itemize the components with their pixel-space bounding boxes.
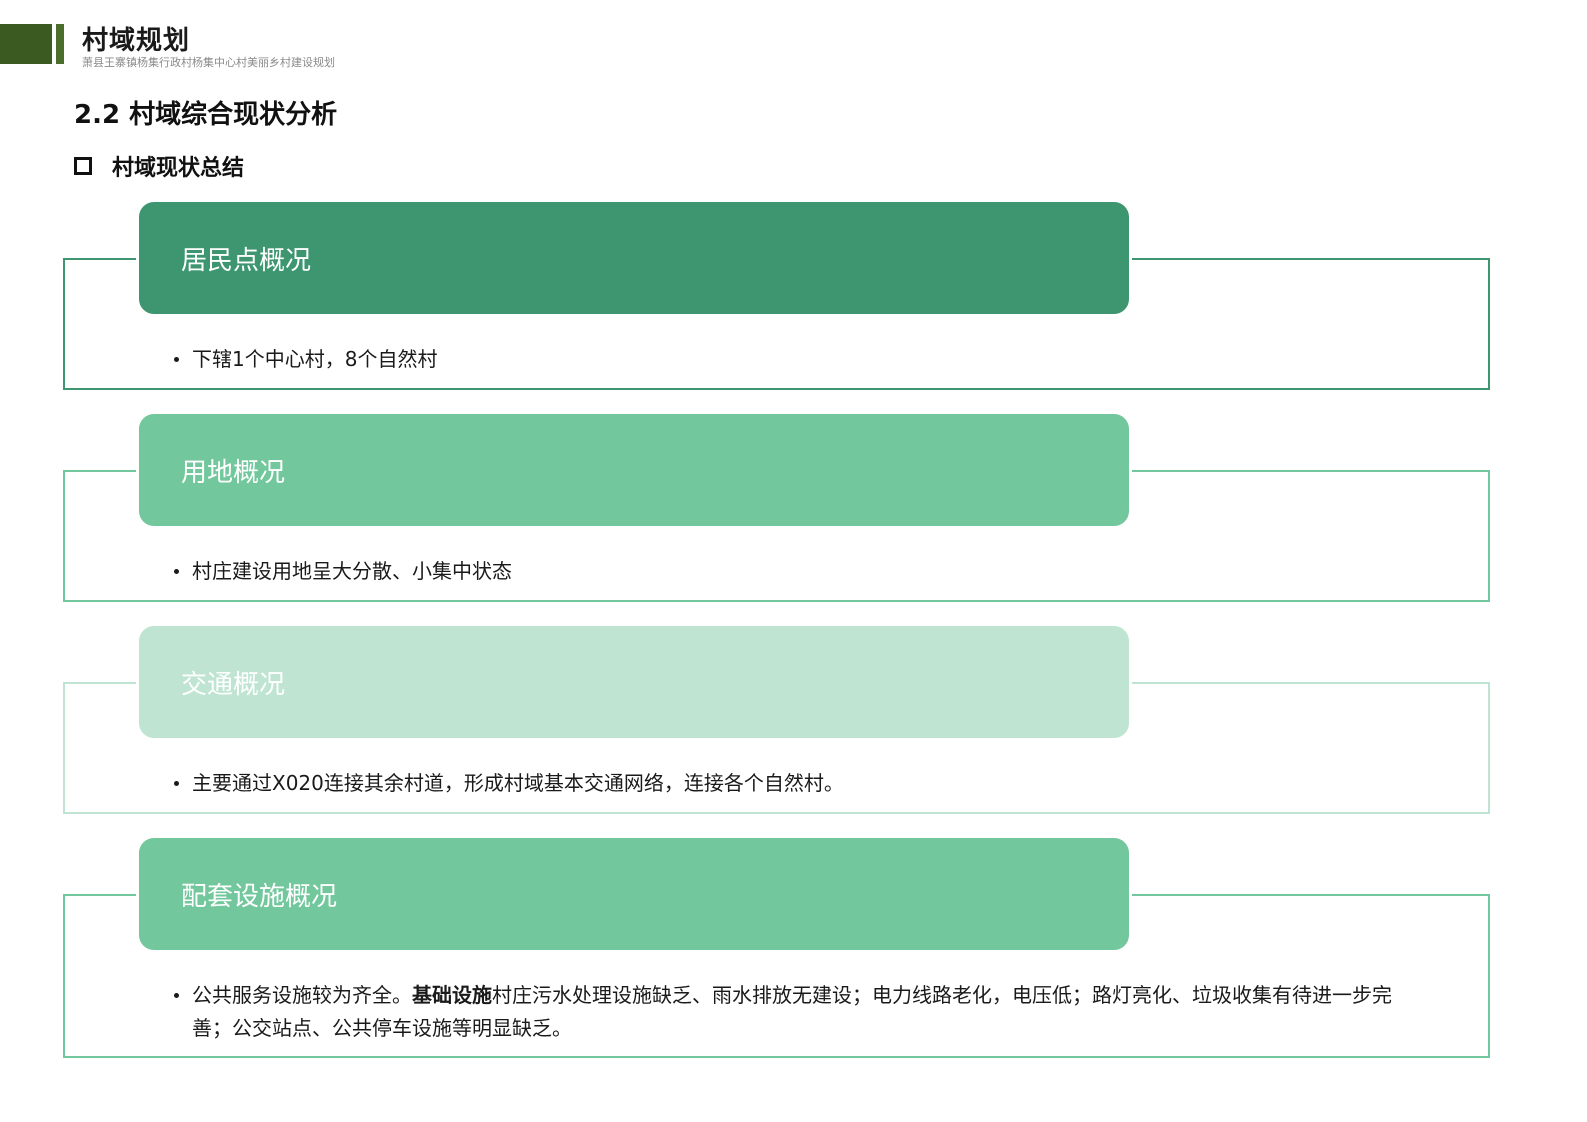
card-heading-facilities: 配套设施概况 — [136, 835, 1132, 953]
card-text-bold-term: 基础设施 — [412, 983, 492, 1007]
card-body-settlement: 下辖1个中心村，8个自然村 — [174, 343, 1394, 376]
card-heading-traffic: 交通概况 — [136, 623, 1132, 741]
page-subtitle: 萧县王寨镇杨集行政村杨集中心村美丽乡村建设规划 — [82, 56, 335, 69]
card-text: 主要通过X020连接其余村道，形成村域基本交通网络，连接各个自然村。 — [192, 771, 844, 795]
page-title: 村域规划 — [82, 26, 191, 56]
header-color-block — [0, 24, 52, 64]
card-text: 村庄建设用地呈大分散、小集中状态 — [192, 559, 512, 583]
section-title: 2.2 村域综合现状分析 — [74, 100, 338, 130]
card-body-traffic: 主要通过X020连接其余村道，形成村域基本交通网络，连接各个自然村。 — [174, 767, 1394, 800]
header-color-stripe — [56, 24, 64, 64]
bullet-dot-icon — [174, 767, 192, 800]
card-body-facilities: 公共服务设施较为齐全。基础设施村庄污水处理设施缺乏、雨水排放无建设；电力线路老化… — [174, 979, 1394, 1045]
card-text: 下辖1个中心村，8个自然村 — [192, 347, 438, 371]
square-bullet-icon — [74, 157, 92, 175]
card-body-land-use: 村庄建设用地呈大分散、小集中状态 — [174, 555, 1394, 588]
card-heading-land-use: 用地概况 — [136, 411, 1132, 529]
card-heading-settlement: 居民点概况 — [136, 199, 1132, 317]
subsection-title: 村域现状总结 — [112, 156, 245, 181]
subsection-heading: 村域现状总结 — [74, 150, 244, 182]
bullet-dot-icon — [174, 343, 192, 376]
card-text: 公共服务设施较为齐全。基础设施村庄污水处理设施缺乏、雨水排放无建设；电力线路老化… — [192, 979, 1394, 1045]
bullet-dot-icon — [174, 555, 192, 588]
bullet-dot-icon — [174, 979, 192, 1045]
card-text-intro: 公共服务设施较为齐全。 — [192, 983, 412, 1007]
